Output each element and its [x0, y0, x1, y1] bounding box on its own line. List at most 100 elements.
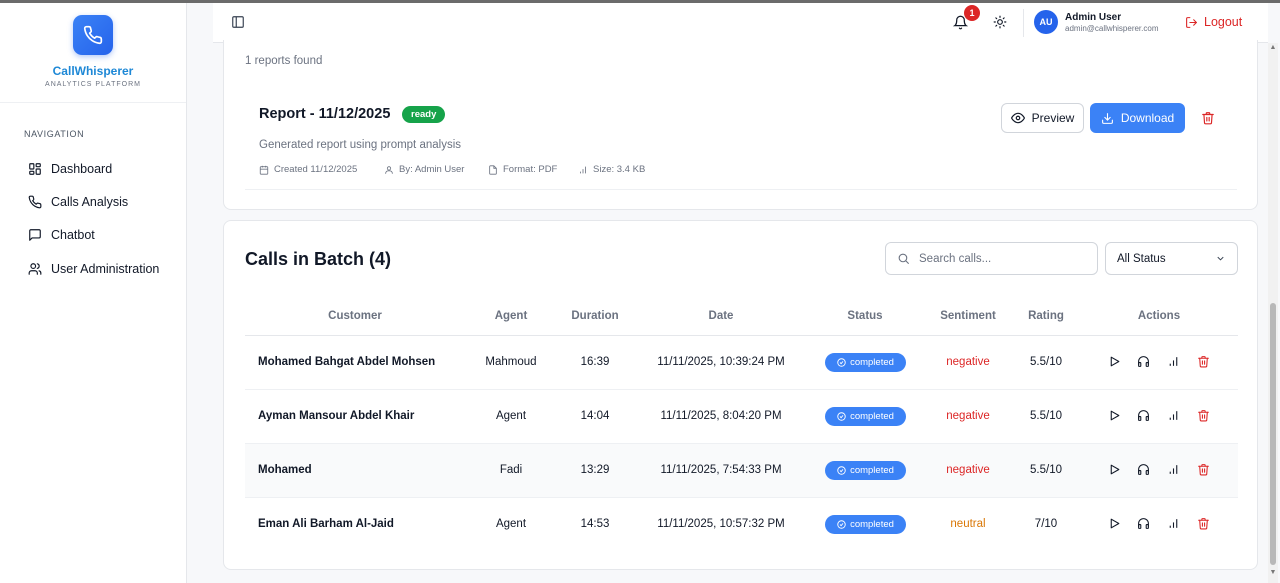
delete-icon[interactable]: [1197, 355, 1210, 368]
rating-value: 5.5/10: [1030, 410, 1062, 422]
status-badge: completed: [825, 461, 906, 480]
table-row[interactable]: Mohamed Bahgat Abdel Mohsen Mahmoud 16:3…: [245, 336, 1238, 390]
analytics-icon[interactable]: [1167, 517, 1180, 530]
table-row[interactable]: Eman Ali Barham Al-Jaid Agent 14:53 11/1…: [245, 498, 1238, 552]
delete-icon[interactable]: [1197, 463, 1210, 476]
call-date: 11/11/2025, 8:04:20 PM: [660, 410, 782, 422]
avatar[interactable]: AU: [1034, 10, 1058, 34]
agent-name: Mahmoud: [485, 356, 537, 368]
search-input[interactable]: Search calls...: [885, 242, 1098, 275]
play-icon[interactable]: [1108, 463, 1121, 476]
sidebar: CallWhisperer ANALYTICS PLATFORM NAVIGAT…: [0, 3, 187, 583]
column-header-duration: Duration: [571, 310, 619, 322]
sidebar-item-calls-analysis[interactable]: Calls Analysis: [28, 192, 128, 212]
header-divider: [1023, 9, 1024, 37]
file-icon: [489, 164, 497, 175]
report-format-text: Format: PDF: [503, 164, 558, 175]
scroll-down-arrow[interactable]: ▼: [1269, 569, 1277, 577]
brand: CallWhisperer ANALYTICS PLATFORM: [0, 3, 186, 103]
report-author: By: Admin User: [384, 164, 464, 175]
report-size: Size: 3.4 KB: [578, 164, 645, 175]
sidebar-item-user-administration[interactable]: User Administration: [28, 259, 159, 279]
report-format: Format: PDF: [488, 164, 557, 175]
customer-name: Eman Ali Barham Al-Jaid: [258, 518, 394, 530]
delete-report-icon[interactable]: [1201, 111, 1215, 125]
column-header-date: Date: [708, 310, 734, 322]
transcript-icon[interactable]: [1137, 463, 1150, 476]
call-duration: 16:39: [580, 356, 610, 368]
delete-icon[interactable]: [1197, 517, 1210, 530]
search-placeholder: Search calls...: [919, 252, 992, 265]
chevron-down-icon: [1217, 256, 1224, 261]
download-button[interactable]: Download: [1090, 103, 1185, 133]
phone-icon: [28, 195, 42, 209]
sentiment-value: negative: [946, 464, 990, 476]
agent-name: Agent: [495, 410, 527, 422]
transcript-icon[interactable]: [1137, 355, 1150, 368]
play-icon[interactable]: [1108, 355, 1121, 368]
logout-button[interactable]: Logout: [1185, 15, 1242, 29]
sentiment-value: negative: [946, 356, 990, 368]
column-header-agent: Agent: [494, 310, 528, 322]
play-icon[interactable]: [1108, 517, 1121, 530]
brand-name: CallWhisperer: [52, 64, 134, 78]
download-label: Download: [1120, 111, 1175, 125]
table-header: Customer Agent Duration Date Status Sent…: [245, 300, 1238, 336]
column-header-sentiment: Sentiment: [940, 310, 996, 322]
status-label: completed: [850, 411, 894, 422]
download-icon: [1101, 112, 1113, 124]
analytics-icon[interactable]: [1167, 355, 1180, 368]
report-size-text: Size: 3.4 KB: [593, 164, 646, 175]
call-duration: 13:29: [580, 464, 610, 476]
bar-chart-icon: [580, 166, 586, 173]
call-duration: 14:04: [580, 410, 610, 422]
sidebar-item-chatbot[interactable]: Chatbot: [28, 225, 95, 245]
transcript-icon[interactable]: [1137, 409, 1150, 422]
notification-badge: 1: [964, 5, 980, 21]
logout-label: Logout: [1204, 15, 1243, 29]
play-icon[interactable]: [1108, 409, 1121, 422]
agent-name: Agent: [495, 518, 527, 530]
report-created: Created 11/12/2025: [259, 164, 357, 175]
table-row[interactable]: Mohamed Fadi 13:29 11/11/2025, 7:54:33 P…: [245, 444, 1238, 498]
call-date: 11/11/2025, 10:39:24 PM: [657, 356, 785, 368]
analytics-icon[interactable]: [1167, 463, 1180, 476]
search-icon: [898, 253, 909, 264]
status-label: completed: [850, 519, 894, 530]
dashboard-icon: [29, 163, 41, 175]
report-title: Report - 11/12/2025: [259, 106, 391, 122]
sidebar-toggle-icon[interactable]: [231, 15, 245, 29]
column-header-status: Status: [847, 310, 883, 322]
preview-label: Preview: [1031, 111, 1075, 125]
sentiment-value: neutral: [950, 518, 986, 530]
chat-icon: [29, 229, 41, 241]
sidebar-item-dashboard[interactable]: Dashboard: [28, 159, 112, 179]
calls-title: Calls in Batch (4): [245, 249, 392, 269]
call-duration: 14:53: [580, 518, 610, 530]
calendar-icon: [259, 165, 269, 175]
status-filter-value: All Status: [1117, 252, 1166, 265]
status-label: completed: [850, 465, 894, 476]
delete-icon[interactable]: [1197, 409, 1210, 422]
check-circle-icon: [837, 412, 846, 421]
scroll-up-arrow[interactable]: ▲: [1269, 44, 1277, 52]
status-badge: completed: [825, 407, 906, 426]
logout-icon: [1186, 16, 1197, 28]
theme-toggle-icon[interactable]: [993, 15, 1007, 29]
status-filter-select[interactable]: All Status: [1105, 242, 1238, 275]
preview-button[interactable]: Preview: [1001, 103, 1084, 133]
column-header-customer: Customer: [328, 310, 382, 322]
transcript-icon[interactable]: [1137, 517, 1150, 530]
analytics-icon[interactable]: [1167, 409, 1180, 422]
table-row[interactable]: Ayman Mansour Abdel Khair Agent 14:04 11…: [245, 390, 1238, 444]
report-item: Report - 11/12/2025 ready Generated repo…: [245, 84, 1237, 190]
reports-found-count: 1 reports found: [245, 55, 323, 67]
call-date: 11/11/2025, 7:54:33 PM: [660, 464, 782, 476]
agent-name: Fadi: [499, 464, 523, 476]
customer-name: Ayman Mansour Abdel Khair: [258, 410, 415, 422]
calls-card: Calls in Batch (4) Search calls... All S…: [223, 220, 1258, 570]
scrollbar-thumb[interactable]: [1270, 303, 1276, 565]
nav-section-title: NAVIGATION: [24, 129, 85, 139]
sidebar-item-label: Dashboard: [51, 162, 113, 176]
sidebar-item-label: Calls Analysis: [51, 195, 129, 209]
